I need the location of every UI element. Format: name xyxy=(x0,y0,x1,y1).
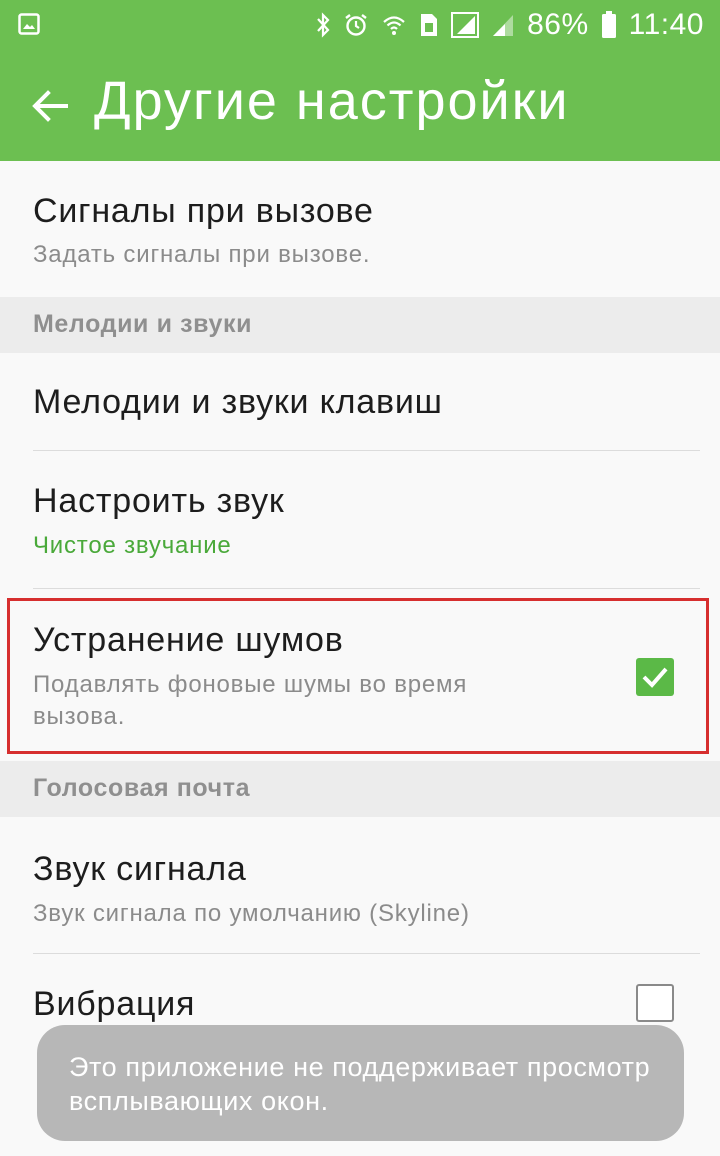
vibration-title: Вибрация xyxy=(33,985,196,1023)
adjust-sound-title: Настроить звук xyxy=(33,482,285,520)
arrow-back-icon[interactable] xyxy=(28,84,72,128)
alarm-icon xyxy=(345,14,367,36)
noise-reduction-title: Устранение шумов xyxy=(33,621,344,659)
adjust-sound-item[interactable]: Настроить звук Чистое звучание xyxy=(0,451,720,589)
gallery-notification-icon xyxy=(18,13,40,35)
clock: 11:40 xyxy=(628,8,704,41)
wifi-calling-icon xyxy=(383,16,405,35)
noise-reduction-item[interactable]: Устранение шумов Подавлять фоновые шумы … xyxy=(0,589,720,761)
alert-sound-subtitle: Звук сигнала по умолчанию (Skyline) xyxy=(33,900,470,927)
page-title: Другие настройки xyxy=(94,71,570,131)
section-label: Голосовая почта xyxy=(33,774,251,802)
settings-list: Сигналы при вызове Задать сигналы при вы… xyxy=(0,161,720,1054)
status-icons: 86% 11:40 xyxy=(315,0,704,50)
alert-sound-item[interactable]: Звук сигнала Звук сигнала по умолчанию (… xyxy=(0,817,720,954)
noise-reduction-checkbox[interactable] xyxy=(636,658,674,696)
signal-icon-2 xyxy=(493,15,514,36)
check-icon xyxy=(642,667,668,688)
noise-reduction-subtitle: Подавлять фоновые шумы во время вызова. xyxy=(33,671,468,730)
section-header-sounds: Мелодии и звуки xyxy=(0,297,720,353)
call-alerts-item[interactable]: Сигналы при вызове Задать сигналы при вы… xyxy=(0,161,720,297)
alert-sound-title: Звук сигнала xyxy=(33,850,247,888)
adjust-sound-subtitle: Чистое звучание xyxy=(33,532,232,559)
vibration-checkbox[interactable] xyxy=(636,984,674,1022)
signal-icon xyxy=(451,12,480,38)
call-alerts-subtitle: Задать сигналы при вызове. xyxy=(33,241,371,268)
keypad-sounds-title: Мелодии и звуки клавиш xyxy=(33,383,443,421)
call-alerts-title: Сигналы при вызове xyxy=(33,192,374,230)
bluetooth-icon xyxy=(317,12,330,38)
toast-message: Это приложение не поддерживает просмотр … xyxy=(37,1025,684,1141)
toast-text: Это приложение не поддерживает просмотр … xyxy=(69,1052,651,1116)
app-bar: Другие настройки xyxy=(0,50,720,161)
battery-percent: 86% xyxy=(527,8,589,41)
section-header-voicemail: Голосовая почта xyxy=(0,761,720,817)
status-bar: 86% 11:40 xyxy=(0,0,720,50)
battery-icon xyxy=(601,11,616,38)
keypad-sounds-item[interactable]: Мелодии и звуки клавиш xyxy=(0,353,720,451)
sim-icon xyxy=(421,14,438,36)
section-label: Мелодии и звуки xyxy=(33,310,253,338)
